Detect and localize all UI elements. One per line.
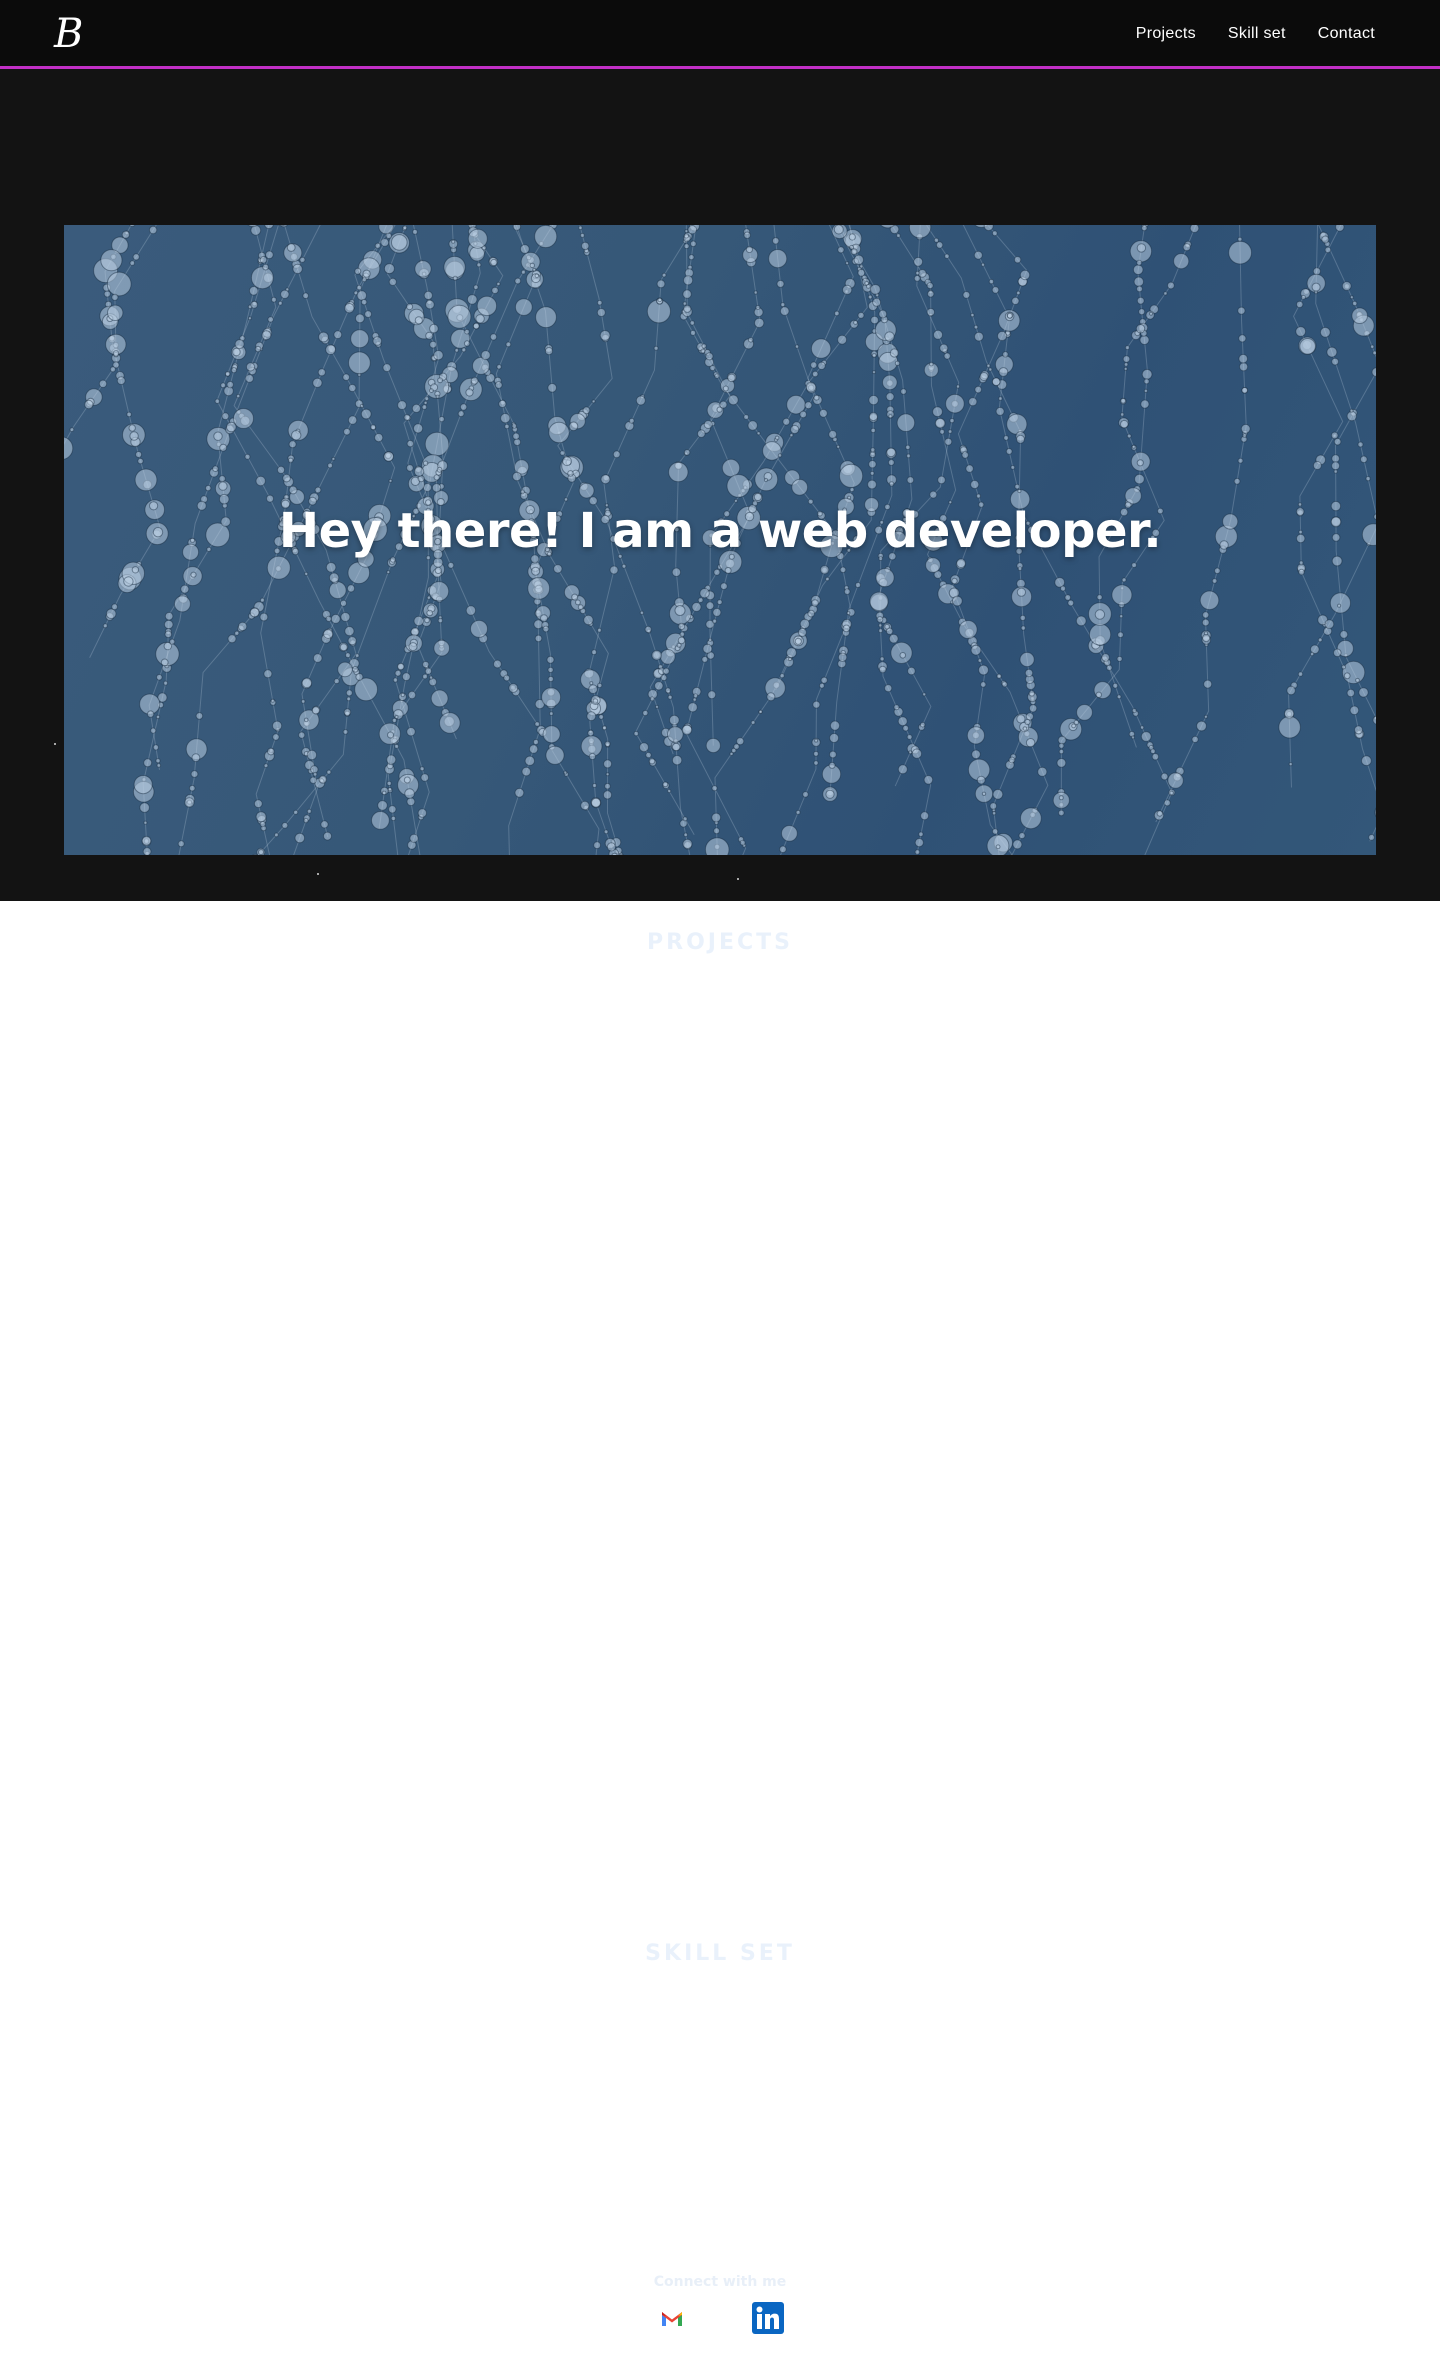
skills-section-title: SKILL SET	[645, 1941, 795, 1966]
star-dot	[737, 878, 739, 880]
connect-label: Connect with me	[653, 2274, 787, 2290]
star-dot	[317, 873, 319, 875]
navbar: B Projects Skill set Contact	[0, 0, 1440, 69]
nav-links: Projects Skill set Contact	[1136, 22, 1375, 46]
projects-section-title: PROJECTS	[647, 930, 793, 955]
hero-title: Hey there! I am a web developer.	[278, 503, 1162, 559]
logo[interactable]: B	[54, 10, 83, 58]
nav-link-contact[interactable]: Contact	[1318, 22, 1375, 46]
hero-image: Hey there! I am a web developer.	[64, 225, 1376, 855]
social-links	[0, 2301, 1440, 2335]
gmail-icon	[662, 2312, 682, 2326]
star-dot	[54, 743, 56, 745]
hero-section: Hey there! I am a web developer.	[0, 69, 1440, 901]
nav-link-skill-set[interactable]: Skill set	[1228, 22, 1286, 46]
linkedin-icon	[752, 2302, 784, 2334]
linkedin-link[interactable]	[750, 2301, 786, 2335]
gmail-link[interactable]	[654, 2301, 690, 2335]
nav-link-projects[interactable]: Projects	[1136, 22, 1196, 46]
